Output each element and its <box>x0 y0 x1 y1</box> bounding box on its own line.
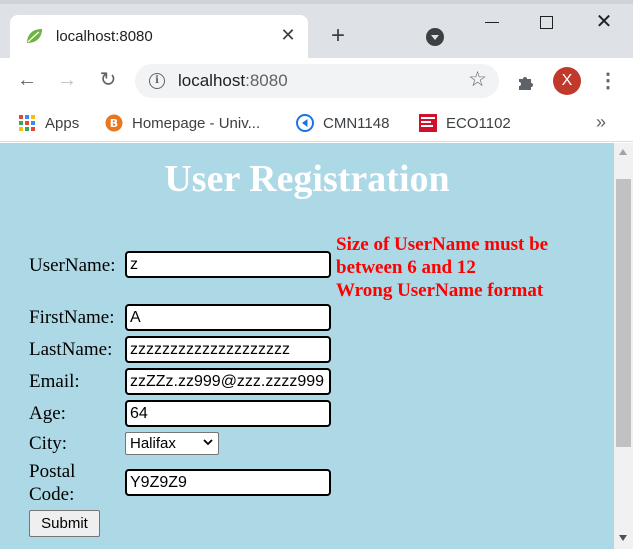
page-viewport: User Registration Size of UserName must … <box>0 143 633 549</box>
scrollbar-thumb[interactable] <box>616 179 631 447</box>
username-input[interactable]: z <box>125 251 331 278</box>
top-edge <box>0 0 633 4</box>
error-message: between 6 and 12 <box>336 257 476 278</box>
firstname-label: FirstName: <box>29 307 115 328</box>
scroll-up-arrow-icon[interactable] <box>619 149 627 155</box>
more-bookmarks-chevron-icon[interactable]: » <box>596 112 606 133</box>
extensions-puzzle-icon[interactable] <box>515 71 537 93</box>
lastname-label: LastName: <box>29 339 113 360</box>
email-input[interactable]: zzZZz.zz999@zzz.zzzz999 <box>125 368 331 395</box>
tab-search-icon[interactable] <box>426 28 444 46</box>
lastname-input[interactable]: zzzzzzzzzzzzzzzzzzzz <box>125 336 331 363</box>
postal-label-line2: Code: <box>29 484 75 505</box>
forward-arrow-icon[interactable]: → <box>55 68 79 92</box>
bookmarks-bar: Apps B Homepage - Univ... CMN1148 ECO110… <box>0 104 633 142</box>
reload-icon[interactable]: ↻ <box>96 68 120 92</box>
site-info-icon[interactable]: i <box>149 73 165 89</box>
media-icon <box>296 114 314 132</box>
chevron-down-icon <box>203 439 213 446</box>
svg-text:B: B <box>110 117 118 130</box>
email-label: Email: <box>29 371 80 392</box>
firstname-input[interactable]: A <box>125 304 331 331</box>
postal-label-line1: Postal <box>29 461 76 482</box>
postal-code-input[interactable]: Y9Z9Z9 <box>125 469 331 496</box>
maximize-button[interactable] <box>540 16 553 29</box>
url-text[interactable]: localhost:8080 <box>178 71 288 91</box>
bookmark-apps[interactable]: Apps <box>18 112 79 134</box>
scroll-down-arrow-icon[interactable] <box>619 535 627 541</box>
bookmark-label: Apps <box>45 114 80 132</box>
validation-errors: Size of UserName must be between 6 and 1… <box>336 233 548 302</box>
bookmark-label: Homepage - Univ... <box>132 114 261 132</box>
bookmark-eco1102[interactable]: ECO1102 <box>419 112 511 134</box>
new-tab-button[interactable]: + <box>326 24 350 49</box>
bookmark-label: CMN1148 <box>323 114 390 132</box>
username-label: UserName: <box>29 255 116 276</box>
mcgraw-hill-icon <box>419 114 437 132</box>
error-message: Wrong UserName format <box>336 280 544 301</box>
postal-code-label: Postal Code: <box>29 460 75 506</box>
tab-title: localhost:8080 <box>56 28 153 45</box>
apps-grid-icon <box>18 114 36 132</box>
city-label: City: <box>29 433 68 454</box>
tab-close-icon[interactable]: ✕ <box>278 25 298 45</box>
back-arrow-icon[interactable]: ← <box>15 68 39 92</box>
spring-leaf-icon <box>27 29 42 43</box>
page-title: User Registration <box>164 158 450 200</box>
url-host: localhost <box>178 71 246 90</box>
browser-menu-icon[interactable]: ⋮ <box>598 68 618 94</box>
submit-button[interactable]: Submit <box>29 510 100 537</box>
tab-strip: localhost:8080 ✕ + ✕ <box>0 0 633 58</box>
address-bar[interactable]: i localhost:8080 ☆ <box>135 64 499 98</box>
bookmark-cmn1148[interactable]: CMN1148 <box>296 112 389 134</box>
active-tab[interactable]: localhost:8080 ✕ <box>10 15 308 58</box>
browser-toolbar: ← → ↻ i localhost:8080 ☆ X ⋮ <box>0 58 633 104</box>
age-label: Age: <box>29 403 66 424</box>
bookmark-label: ECO1102 <box>446 114 511 132</box>
brightspace-icon: B <box>105 114 123 132</box>
city-select[interactable]: Halifax <box>125 432 219 455</box>
bookmark-homepage[interactable]: B Homepage - Univ... <box>105 112 260 134</box>
window-close-button[interactable]: ✕ <box>594 12 614 32</box>
bookmark-star-icon[interactable]: ☆ <box>468 69 487 91</box>
vertical-scrollbar[interactable] <box>614 143 633 549</box>
profile-avatar[interactable]: X <box>553 67 581 95</box>
city-selected-value: Halifax <box>130 435 176 452</box>
age-input[interactable]: 64 <box>125 400 331 427</box>
url-port: :8080 <box>245 71 288 90</box>
minimize-button[interactable] <box>485 14 499 23</box>
error-message: Size of UserName must be <box>336 234 549 255</box>
